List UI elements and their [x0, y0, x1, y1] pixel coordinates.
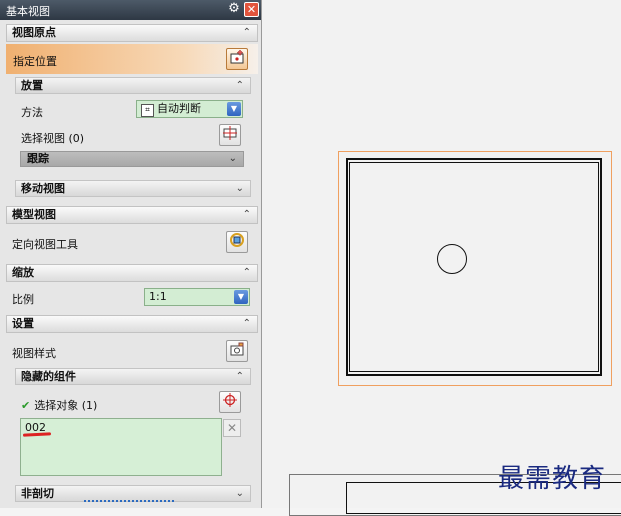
chevron-down-icon: ⌄ — [235, 488, 244, 499]
chevron-up-icon: ⌃ — [242, 318, 251, 329]
target-icon — [223, 393, 237, 407]
hidden-components-title: 隐藏的组件 — [21, 370, 76, 383]
point-placement-icon — [230, 49, 244, 64]
select-objects-row: ✔ 选择对象 (1) — [21, 397, 97, 413]
subsection-move-view-header[interactable]: 移动视图 ⌄ — [15, 180, 251, 197]
scale-value: 1:1 — [149, 290, 167, 303]
select-objects-button[interactable] — [219, 391, 241, 413]
infer-icon: ⌗ — [141, 104, 154, 117]
chevron-down-icon: ⌄ — [228, 153, 237, 164]
view-style-icon — [230, 342, 244, 356]
section-origin-title: 视图原点 — [12, 26, 56, 39]
dropdown-arrow-icon: ▼ — [227, 102, 241, 116]
dialog-title: 基本视图 — [6, 5, 50, 18]
subsection-placement-header[interactable]: 放置 ⌃ — [15, 77, 251, 94]
scale-title: 缩放 — [12, 266, 34, 279]
checkmark-icon: ✔ — [21, 399, 31, 412]
point-dialog-button[interactable] — [226, 48, 248, 70]
specify-location-row[interactable]: 指定位置 — [6, 44, 258, 74]
orient-view-icon — [230, 233, 244, 247]
dropdown-arrow-icon: ▼ — [234, 290, 248, 304]
section-origin-header[interactable]: 视图原点 ⌃ — [6, 24, 258, 42]
view-outline-inner — [349, 162, 599, 372]
method-value: 自动判断 — [157, 102, 201, 115]
tracking-header[interactable]: 跟踪 ⌄ — [20, 151, 244, 167]
scale-select[interactable]: 1:1 ▼ — [144, 288, 250, 306]
chevron-up-icon: ⌃ — [235, 371, 244, 382]
gear-icon[interactable]: ⚙ — [227, 2, 241, 16]
close-button[interactable]: ✕ — [244, 2, 259, 17]
select-view-label: 选择视图 (0) — [21, 132, 85, 145]
chevron-up-icon: ⌃ — [242, 267, 251, 278]
select-view-button[interactable] — [219, 124, 241, 146]
tracking-title: 跟踪 — [27, 152, 49, 165]
watermark-text: 最需教育 — [498, 464, 607, 494]
view-style-label: 视图样式 — [12, 347, 56, 360]
subsection-hidden-components-header[interactable]: 隐藏的组件 ⌃ — [15, 368, 251, 385]
section-settings-header[interactable]: 设置 ⌃ — [6, 315, 258, 333]
hole-circle — [437, 244, 467, 274]
dialog-titlebar: 基本视图 ⚙ ✕ — [0, 0, 261, 20]
section-scale-header[interactable]: 缩放 ⌃ — [6, 264, 258, 282]
method-select[interactable]: ⌗ 自动判断 ▼ — [136, 100, 243, 118]
chevron-down-icon: ⌄ — [235, 183, 244, 194]
hidden-components-list[interactable]: 002 — [20, 418, 222, 476]
move-view-title: 移动视图 — [21, 182, 65, 195]
method-label: 方法 — [21, 106, 43, 119]
orient-tool-label: 定向视图工具 — [12, 238, 78, 251]
section-model-view-header[interactable]: 模型视图 ⌃ — [6, 206, 258, 224]
model-view-title: 模型视图 — [12, 208, 56, 221]
non-section-title: 非剖切 — [21, 487, 54, 500]
settings-title: 设置 — [12, 317, 34, 330]
chevron-up-icon: ⌃ — [235, 80, 244, 91]
select-objects-label: 选择对象 (1) — [34, 399, 98, 412]
base-view-dialog: 基本视图 ⚙ ✕ 视图原点 ⌃ 指定位置 放置 ⌃ 方法 ⌗ 自动判断 ▼ 选择视图 … — [0, 0, 262, 508]
orient-view-tool-button[interactable] — [226, 231, 248, 253]
chevron-up-icon: ⌃ — [242, 27, 251, 38]
partial-link-text — [84, 500, 174, 508]
specify-location-label: 指定位置 — [13, 55, 57, 68]
placement-title: 放置 — [21, 79, 43, 92]
remove-button[interactable]: ✕ — [223, 419, 241, 437]
chevron-up-icon: ⌃ — [242, 209, 251, 220]
list-item[interactable]: 002 — [25, 421, 217, 434]
ratio-label: 比例 — [12, 293, 34, 306]
crosshair-icon — [223, 126, 237, 140]
view-style-button[interactable] — [226, 340, 248, 362]
